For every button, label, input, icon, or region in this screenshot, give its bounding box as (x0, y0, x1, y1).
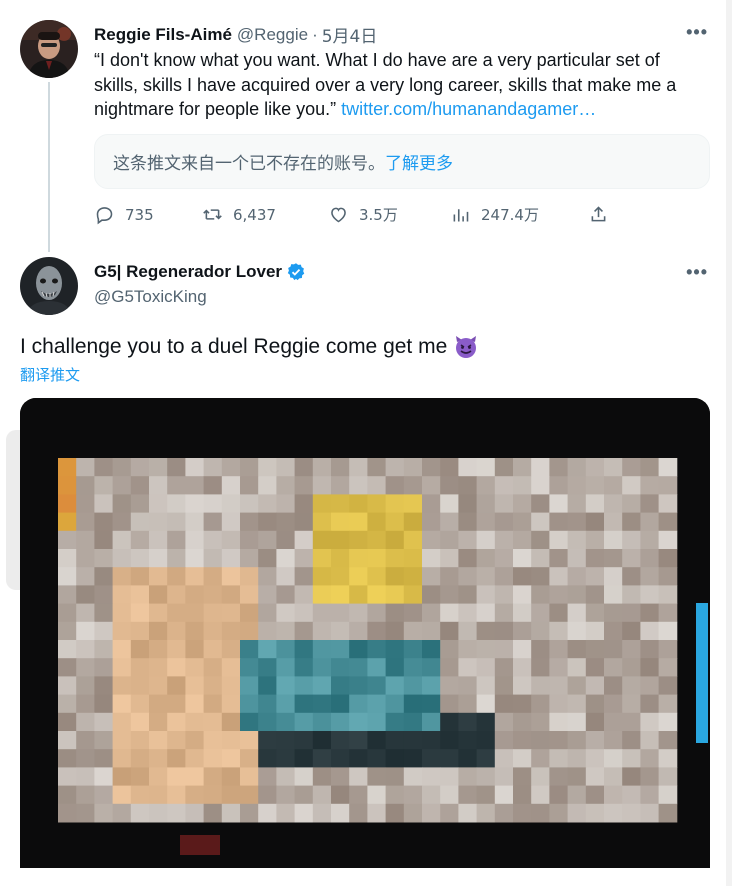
retweet-button[interactable]: 6,437 (202, 204, 276, 225)
avatar-reggie[interactable] (20, 20, 78, 78)
tweet-actions: 735 6,437 3.5万 247.4万 (94, 204, 614, 230)
author-handle[interactable]: @Reggie (237, 25, 308, 45)
more-icon[interactable]: ••• (686, 262, 708, 283)
learn-more-link[interactable]: 了解更多 (385, 149, 453, 174)
thread-connector (48, 82, 50, 252)
view-count: 247.4万 (481, 206, 539, 224)
tweet-body: I challenge you to a duel Reggie come ge… (20, 335, 448, 358)
reply-icon (96, 207, 113, 225)
tweet-media[interactable] (20, 398, 710, 868)
views-button[interactable]: 247.4万 (450, 204, 539, 225)
retweet-icon (203, 209, 222, 220)
tweet-date[interactable]: 5月4日 (322, 22, 378, 47)
analytics-icon (453, 209, 469, 222)
tweet2-header: G5| Regenerador Lover (94, 262, 306, 282)
translate-tweet-link[interactable]: 翻译推文 (20, 364, 80, 385)
author-name[interactable]: Reggie Fils-Aimé (94, 25, 232, 45)
reply-button[interactable]: 735 (94, 204, 154, 225)
smiling-imp-emoji-icon (456, 336, 477, 358)
verified-badge-icon[interactable] (286, 262, 306, 282)
avatar-g5[interactable] (20, 257, 78, 315)
right-edge (726, 0, 732, 886)
pixelated-image (20, 398, 710, 868)
like-button[interactable]: 3.5万 (328, 204, 398, 225)
tweet-text: “I don't know what you want. What I do h… (94, 48, 704, 122)
author-name[interactable]: G5| Regenerador Lover (94, 262, 282, 282)
retweet-count: 6,437 (233, 205, 276, 224)
like-count: 3.5万 (359, 206, 398, 224)
more-icon[interactable]: ••• (686, 22, 708, 43)
notice-text: 这条推文来自一个已不存在的账号。 (113, 154, 385, 174)
reply-count: 735 (125, 205, 154, 224)
share-icon (591, 206, 606, 222)
heart-icon (331, 207, 346, 223)
tweet1-header: Reggie Fils-Aimé @Reggie · 5月4日 (94, 22, 378, 48)
author-handle[interactable]: @G5ToxicKing (94, 287, 207, 307)
tweet-link[interactable]: twitter.com/humanandagamer… (341, 99, 596, 119)
share-button[interactable] (588, 204, 619, 225)
separator-dot: · (312, 24, 318, 44)
quote-unavailable-notice: 这条推文来自一个已不存在的账号。 了解更多 (94, 134, 710, 189)
tweet2-text: I challenge you to a duel Reggie come ge… (20, 334, 479, 360)
